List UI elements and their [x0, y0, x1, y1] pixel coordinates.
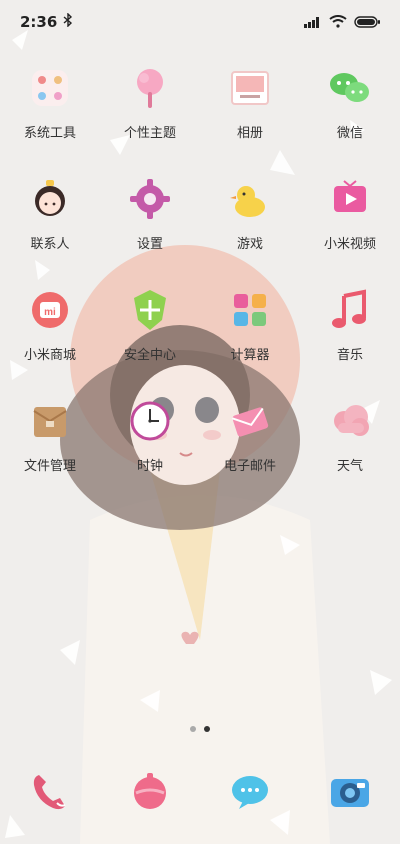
- phone-handset-icon: [33, 775, 66, 810]
- svg-text:mi: mi: [44, 307, 56, 318]
- app-label: 时钟: [136, 459, 163, 474]
- app-music[interactable]: 音乐: [300, 286, 400, 397]
- app-label: 系统工具: [23, 126, 76, 141]
- app-label: 微信: [336, 126, 363, 141]
- app-label: 安全中心: [123, 348, 176, 363]
- page-indicator: [0, 726, 400, 732]
- clock-icon: [130, 401, 170, 441]
- duck-game-icon: [230, 186, 265, 217]
- app-mi-video[interactable]: 小米视频: [300, 175, 400, 286]
- photo-card-icon: [231, 71, 269, 105]
- status-right: [304, 13, 380, 32]
- tools-folder-icon: [32, 70, 68, 106]
- app-label: 计算器: [230, 348, 270, 363]
- app-file-manager[interactable]: 文件管理: [0, 397, 100, 508]
- bluetooth-icon: [63, 12, 73, 31]
- app-label: 音乐: [336, 348, 363, 363]
- dock-chat[interactable]: [200, 767, 300, 817]
- dock: [0, 764, 400, 820]
- app-label: 游戏: [236, 237, 263, 252]
- chat-bubble-icon: [232, 776, 268, 809]
- camera-icon: [331, 779, 369, 807]
- shield-security-icon: [134, 290, 166, 330]
- file-box-icon: [33, 407, 67, 437]
- app-settings[interactable]: 设置: [100, 175, 200, 286]
- app-themes[interactable]: 个性主题: [100, 64, 200, 175]
- app-contacts[interactable]: 联系人: [0, 175, 100, 286]
- girl-contacts-icon: [35, 180, 65, 216]
- mi-store-icon: mi: [32, 292, 68, 328]
- app-label: 电子邮件: [223, 459, 276, 474]
- app-label: 个性主题: [123, 126, 176, 141]
- app-security[interactable]: 安全中心: [100, 286, 200, 397]
- envelope-mail-icon: [231, 407, 269, 437]
- cloud-weather-icon: [334, 405, 369, 436]
- calculator-icon: [234, 294, 266, 326]
- wifi-icon: [329, 13, 347, 32]
- signal-icon: [304, 13, 322, 32]
- page-dot[interactable]: [190, 726, 196, 732]
- app-grid: 系统工具 个性主题 相册 微信 联系人 设置 游戏 小米视频 mi 小米商城 安…: [0, 64, 400, 508]
- app-label: 文件管理: [23, 459, 76, 474]
- app-clock[interactable]: 时钟: [100, 397, 200, 508]
- dock-phone[interactable]: [0, 767, 100, 817]
- status-bar: 2:36: [0, 0, 400, 44]
- gear-settings-icon: [130, 179, 170, 219]
- app-mi-store[interactable]: mi 小米商城: [0, 286, 100, 397]
- app-calculator[interactable]: 计算器: [200, 286, 300, 397]
- app-gallery[interactable]: 相册: [200, 64, 300, 175]
- wechat-bubbles-icon: [330, 73, 369, 102]
- page-dot-active[interactable]: [204, 726, 210, 732]
- status-left: 2:36: [20, 12, 73, 31]
- app-email[interactable]: 电子邮件: [200, 397, 300, 508]
- app-label: 天气: [336, 459, 363, 474]
- app-label: 设置: [136, 237, 163, 252]
- app-label: 联系人: [30, 237, 70, 252]
- music-note-icon: [332, 289, 366, 328]
- app-wechat[interactable]: 微信: [300, 64, 400, 175]
- app-weather[interactable]: 天气: [300, 397, 400, 508]
- app-label: 相册: [236, 126, 263, 141]
- battery-icon: [354, 13, 380, 32]
- message-ball-icon: [134, 773, 166, 809]
- cotton-candy-theme-icon: [137, 69, 163, 108]
- app-games[interactable]: 游戏: [200, 175, 300, 286]
- dock-messages[interactable]: [100, 767, 200, 817]
- app-label: 小米商城: [23, 348, 76, 363]
- status-time: 2:36: [20, 13, 58, 31]
- tv-play-icon: [334, 180, 366, 212]
- dock-camera[interactable]: [300, 767, 400, 817]
- app-label: 小米视频: [323, 237, 376, 252]
- app-system-tools[interactable]: 系统工具: [0, 64, 100, 175]
